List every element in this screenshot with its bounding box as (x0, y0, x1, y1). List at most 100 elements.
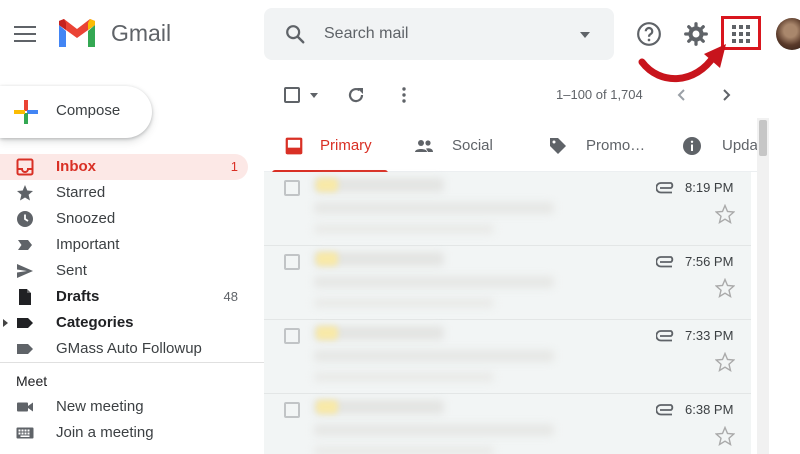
meet-list: New meeting Join a meeting (0, 394, 248, 446)
sidebar-item-label: Starred (56, 184, 106, 201)
select-options-caret-icon[interactable] (310, 93, 318, 98)
sidebar-item-label: Snoozed (56, 210, 116, 227)
compose-label: Compose (56, 102, 121, 119)
attachment-icon (656, 182, 674, 194)
sidebar-item-gmass-auto-followup[interactable]: GMass Auto Followup (0, 336, 248, 362)
row-checkbox[interactable] (284, 254, 300, 270)
blurred-marker (316, 326, 338, 340)
compose-plus-icon (14, 100, 38, 124)
attachment-icon (656, 256, 674, 268)
pagination-text: 1–100 of 1,704 (556, 87, 643, 102)
meet-item-join-meeting[interactable]: Join a meeting (0, 420, 248, 446)
sidebar-item-label: Drafts (56, 288, 100, 305)
blurred-subject (314, 424, 554, 436)
more-options-icon[interactable] (394, 85, 414, 105)
email-row[interactable]: 8:19 PM (264, 172, 751, 246)
sidebar-item-categories[interactable]: Categories (0, 310, 248, 336)
sidebar-item-important[interactable]: Important (0, 232, 248, 258)
star-toggle-icon[interactable] (715, 352, 735, 372)
search-icon[interactable] (284, 23, 306, 45)
email-list: 8:19 PM 7:56 PM 7:33 PM 6:38 PM (264, 172, 751, 454)
meet-item-new-meeting[interactable]: New meeting (0, 394, 248, 420)
sidebar-item-starred[interactable]: Starred (0, 180, 248, 206)
category-tabs: Primary Social Promo… Upda (264, 122, 764, 173)
blurred-marker (316, 252, 338, 266)
compose-button[interactable]: Compose (0, 86, 152, 138)
sidebar-item-label: Sent (56, 262, 87, 279)
blurred-snippet (314, 298, 494, 308)
email-row[interactable]: 7:56 PM (264, 246, 751, 320)
tab-label: Promo… (586, 137, 646, 154)
important-icon (18, 240, 32, 250)
attachment-icon (656, 330, 674, 342)
app-name: Gmail (111, 20, 172, 46)
chevron-right-icon[interactable] (716, 85, 736, 105)
blurred-snippet (314, 446, 494, 454)
header: Gmail (0, 0, 800, 82)
sidebar-item-snoozed[interactable]: Snoozed (0, 206, 248, 232)
clock-icon (17, 211, 33, 227)
tab-updates[interactable]: Upda (662, 122, 764, 172)
blurred-marker (316, 400, 338, 414)
tab-label: Upda (722, 137, 758, 154)
blurred-subject (314, 276, 554, 288)
row-checkbox[interactable] (284, 180, 300, 196)
sidebar-item-label: Important (56, 236, 120, 253)
sidebar-item-inbox[interactable]: Inbox 1 (0, 154, 248, 180)
avatar[interactable] (776, 18, 800, 50)
tag-icon (550, 138, 566, 154)
tab-social[interactable]: Social (394, 122, 528, 172)
blurred-subject (314, 350, 554, 362)
keyboard-icon (16, 427, 34, 439)
tab-promotions[interactable]: Promo… (528, 122, 662, 172)
email-time: 7:33 PM (685, 328, 734, 343)
row-checkbox[interactable] (284, 402, 300, 418)
info-icon (683, 137, 701, 155)
select-all-checkbox[interactable] (284, 87, 300, 103)
send-icon (17, 264, 33, 278)
draft-icon (19, 289, 31, 305)
refresh-icon[interactable] (346, 85, 366, 105)
blurred-snippet (314, 372, 494, 382)
scrollbar-thumb[interactable] (759, 120, 767, 156)
chevron-left-icon[interactable] (672, 85, 692, 105)
star-toggle-icon[interactable] (715, 204, 735, 224)
draft-count: 48 (223, 289, 238, 304)
label-icon (17, 344, 33, 354)
tab-primary[interactable]: Primary (264, 122, 388, 173)
meet-section-title: Meet (16, 373, 48, 389)
menu-icon[interactable] (14, 26, 36, 42)
inbox-icon (16, 158, 34, 176)
email-row[interactable]: 7:33 PM (264, 320, 751, 394)
tab-label: Primary (320, 137, 372, 154)
star-icon (17, 185, 33, 201)
star-toggle-icon[interactable] (715, 278, 735, 298)
people-icon (415, 140, 433, 152)
star-toggle-icon[interactable] (715, 426, 735, 446)
gmail-logo-icon[interactable] (56, 17, 98, 49)
expand-caret-icon[interactable] (3, 319, 8, 327)
video-camera-icon (17, 402, 33, 412)
mail-toolbar: 1–100 of 1,704 (264, 68, 764, 122)
label-icon (17, 318, 33, 328)
sidebar-item-label: Inbox (56, 158, 96, 175)
divider (0, 362, 264, 363)
blurred-marker (316, 178, 338, 192)
email-time: 6:38 PM (685, 402, 734, 417)
unread-count: 1 (230, 159, 238, 174)
sidebar-item-sent[interactable]: Sent (0, 258, 248, 284)
search-bar[interactable] (264, 8, 614, 60)
email-time: 8:19 PM (685, 180, 734, 195)
apps-grid-icon[interactable] (732, 25, 750, 43)
email-row[interactable]: 6:38 PM (264, 394, 751, 454)
search-options-icon[interactable] (580, 32, 590, 38)
scrollbar[interactable] (757, 118, 769, 454)
email-time: 7:56 PM (685, 254, 734, 269)
search-input[interactable] (324, 21, 564, 47)
tab-label: Social (452, 137, 493, 154)
sidebar-item-drafts[interactable]: Drafts 48 (0, 284, 248, 310)
blurred-subject (314, 202, 554, 214)
row-checkbox[interactable] (284, 328, 300, 344)
sidebar-item-label: Categories (56, 314, 134, 331)
attachment-icon (656, 404, 674, 416)
